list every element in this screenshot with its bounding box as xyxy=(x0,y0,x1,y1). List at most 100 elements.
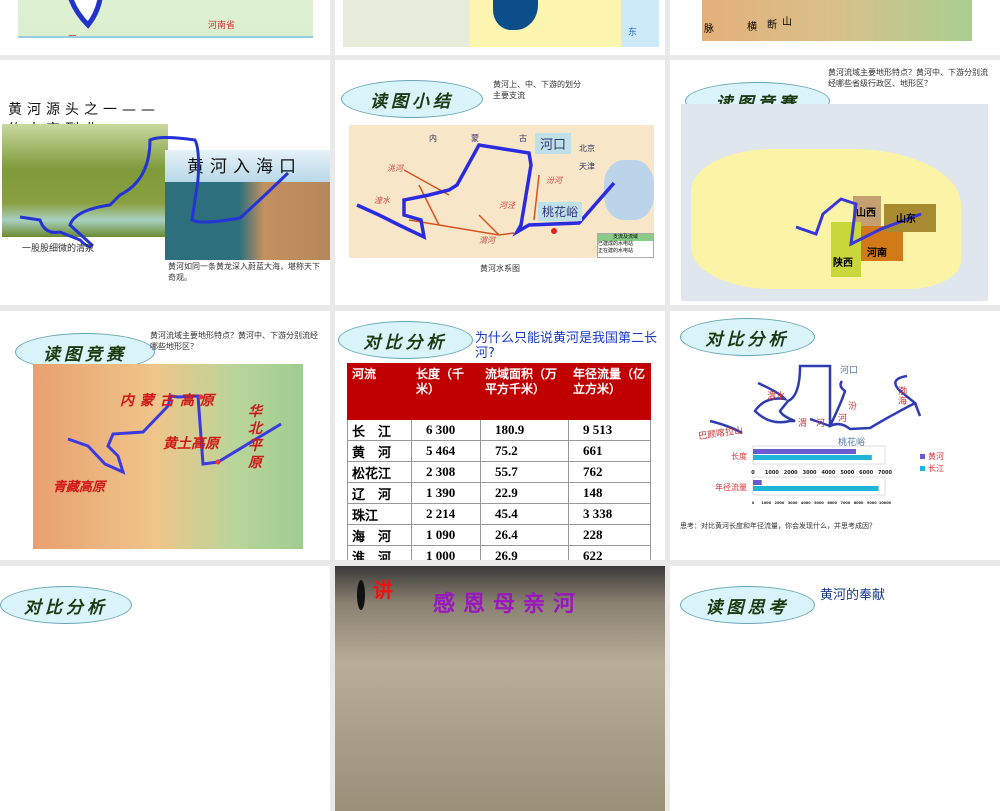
legend-item: 正在建的水电站 xyxy=(598,248,634,254)
table-header: 流域面积（万平方千米） xyxy=(480,363,569,420)
axis-tick-label: 7000 xyxy=(878,470,892,476)
axis-tick-label: 5000 xyxy=(840,470,854,476)
legend-label: 黄河 xyxy=(928,452,944,461)
slide-thumbnail-8[interactable]: 对比分析 为什么只能说黄河是我国第二长河? 河流 长度（千米） 流域面积（万平方… xyxy=(335,311,665,560)
slide-thumbnail-4[interactable]: 黄河源头之一—— 约古宗列曲 黄河入海口 一股股细微的清泉 黄河如同一条黄龙深入… xyxy=(0,60,330,305)
axis-tick-label: 2000 xyxy=(775,501,785,505)
table-row: 淮 河1 000 26.9 622 xyxy=(347,545,651,560)
river-comparison-table: 河流 长度（千米） 流域面积（万平方千米） 年径流量（亿立方米） 长 江6 30… xyxy=(347,363,651,560)
cloud-label: 读图思考 xyxy=(680,586,815,624)
cloud-label: 对比分析 xyxy=(338,321,473,359)
region-label: 华北平原 xyxy=(248,404,262,471)
legend-item: 已建成的水电站 xyxy=(598,241,634,247)
slide-thumbnail-2[interactable]: 东 xyxy=(335,0,665,55)
caption: 黄河如同一条黄龙深入蔚蓝大海，堪称天下奇观。 xyxy=(168,262,320,282)
legend-item-changjiang: 长江 xyxy=(920,463,944,475)
comparison-bar-chart: 长度0 1000 2000 3000 4000 5000 6000 7000年径流量0 1000… xyxy=(715,445,892,505)
map-image: 河口 桃花峪 内 蒙 古 北京 天津 湟水 洮河 河泾 渭河 汾河 支流及流域 … xyxy=(349,125,654,258)
table-cell: 762 xyxy=(568,461,651,483)
axis-tick-label: 6000 xyxy=(827,501,837,505)
slide-note: 黄河流域主要地形特点？黄河中、下游分别流经哪些省级行政区、地形区？ xyxy=(828,68,988,88)
axis-tick-label: 9000 xyxy=(867,501,877,505)
slide-title: 黄河的奉献 xyxy=(820,588,886,603)
map-label: 山 xyxy=(782,17,792,28)
table-cell: 55.7 xyxy=(480,461,569,483)
map-label: 河口 xyxy=(840,366,859,376)
axis-tick-label: 4000 xyxy=(801,501,811,505)
map-label: 东 xyxy=(628,28,638,38)
bar-changjiang xyxy=(753,486,879,491)
map-label: 湟水 xyxy=(374,196,390,205)
cloud-label: 读图小结 xyxy=(341,80,483,118)
slide-thumbnail-3[interactable]: 脉 横 断 山 xyxy=(670,0,1000,55)
map-label: 渭河 xyxy=(479,236,495,245)
cloud-label: 对比分析 xyxy=(0,586,132,624)
table-cell: 45.4 xyxy=(480,503,569,525)
table-cell: 1 090 xyxy=(411,524,481,546)
table-cell: 180.9 xyxy=(480,419,569,441)
chart-legend: 黄河 长江 xyxy=(920,451,944,475)
map-image: 脉 横 断 山 xyxy=(702,0,972,41)
axis-tick-label: 2000 xyxy=(784,470,798,476)
axis-tick-label: 0 xyxy=(751,470,755,476)
legend-item-huanghe: 黄河 xyxy=(920,451,944,463)
region-label: 黄土高原 xyxy=(163,436,219,452)
slide-thumbnail-10[interactable]: 对比分析 xyxy=(0,566,330,811)
province-label: 山西 xyxy=(856,208,876,219)
table-cell: 2 214 xyxy=(411,503,481,525)
map-label: 河泾 xyxy=(499,201,515,210)
map-label: 天津 xyxy=(579,162,595,171)
table-cell: 5 464 xyxy=(411,440,481,462)
table-row: 海 河1 090 26.4 228 xyxy=(347,524,651,546)
map-legend: 支流及流域 已建成的水电站 正在建的水电站 xyxy=(597,233,654,258)
slide-thumbnail-7[interactable]: 读图竞赛 黄河流域主要地形特点？黄河中、下游分别流经哪些地形区？ 内蒙古高原 黄… xyxy=(0,311,330,560)
slide-thumbnail-11[interactable]: 讲 感恩母亲河 xyxy=(335,566,665,811)
table-cell: 3 338 xyxy=(568,503,651,525)
caption: 一股股细微的清泉 xyxy=(22,244,95,254)
chart-category-label: 年径流量 xyxy=(715,482,747,492)
slide-thumbnail-12[interactable]: 读图思考 黄河的奉献 xyxy=(670,566,1000,811)
slide-title: 感恩母亲河 xyxy=(433,592,584,617)
table-header: 长度（千米） xyxy=(411,363,481,420)
map-label: 北京 xyxy=(579,144,595,153)
region-label: 内蒙古高原 xyxy=(120,393,220,409)
legend-title: 支流及流域 xyxy=(598,234,653,241)
map-label: 横 xyxy=(747,22,757,33)
axis-tick-label: 5000 xyxy=(814,501,824,505)
axis-tick-label: 3000 xyxy=(803,470,817,476)
slide-thumbnail-6[interactable]: 读图竞赛 黄河流域主要地形特点？黄河中、下游分别流经哪些省级行政区、地形区？ 山… xyxy=(670,60,1000,305)
slide-thumbnail-1[interactable]: 河南省 四 xyxy=(0,0,330,55)
table-cell: 珠江 xyxy=(347,503,412,525)
table-cell: 松花江 xyxy=(347,461,412,483)
table-cell: 辽 河 xyxy=(347,482,412,504)
map-image: 内蒙古高原 黄土高原 青藏高原 华北平原 xyxy=(33,364,303,549)
label-box: 桃花峪 xyxy=(538,202,583,221)
map-image: 东 xyxy=(343,0,659,47)
legend-label: 长江 xyxy=(928,464,944,473)
table-cell: 75.2 xyxy=(480,440,569,462)
bar-changjiang xyxy=(753,455,872,460)
axis-tick-label: 1000 xyxy=(761,501,771,505)
table-row: 珠江 2 214 45.4 3 338 xyxy=(347,503,651,525)
slide-thumbnail-9[interactable]: 对比分析 河口 渭水 汾 河 渭 河 渤海 巴颜喀拉山 桃花峪 长度 0 1000 2… xyxy=(670,311,1000,560)
cloud-text: 读图思考 xyxy=(705,597,790,618)
province-label: 陕西 xyxy=(833,258,853,269)
cloud-text: 对比分析 xyxy=(24,597,108,618)
photo-background: 讲 感恩母亲河 xyxy=(335,566,665,811)
axis-tick-label: 4000 xyxy=(821,470,835,476)
map-label: 渤海 xyxy=(898,387,908,407)
map-label: 断 xyxy=(767,20,777,31)
chart-category-label: 长度 xyxy=(731,451,747,461)
map-label: 河 xyxy=(838,414,848,424)
note-line: 主要支流 xyxy=(493,91,525,100)
table-cell: 1 000 xyxy=(411,545,481,560)
table-cell: 长 江 xyxy=(347,419,412,441)
decorative-figure-icon xyxy=(357,580,365,610)
map-label: 河南省 xyxy=(208,21,236,31)
province-label: 河南 xyxy=(867,248,887,259)
cloud-text: 读图小结 xyxy=(370,91,454,112)
axis-tick-label: 1000 xyxy=(765,470,779,476)
region-label: 青藏高原 xyxy=(53,480,106,495)
slide-thumbnail-5[interactable]: 读图小结 黄河上、中、下游的划分 主要支流 河口 桃花峪 内 蒙 古 北京 天津 … xyxy=(335,60,665,305)
map-label: 洮河 xyxy=(387,164,403,173)
